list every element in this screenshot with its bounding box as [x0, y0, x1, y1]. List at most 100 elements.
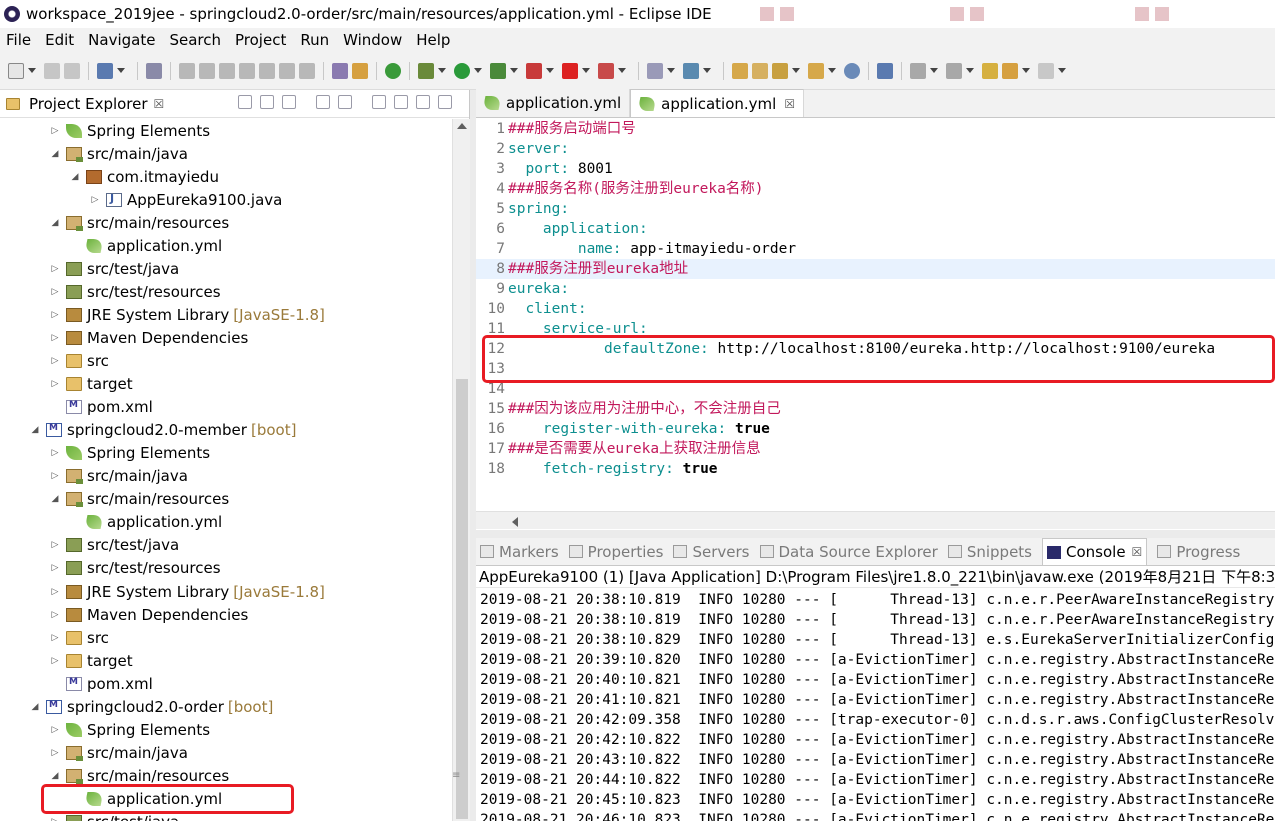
- editor-hscrollbar[interactable]: [476, 511, 1275, 529]
- menu-navigate[interactable]: Navigate: [88, 31, 155, 49]
- step-return-icon[interactable]: [299, 62, 315, 79]
- tree-item[interactable]: pom.xml: [50, 672, 153, 695]
- forward-icon[interactable]: [1038, 62, 1054, 79]
- expand-arrow-icon[interactable]: ▷: [50, 610, 60, 620]
- tree-item[interactable]: application.yml: [70, 234, 222, 257]
- expand-arrow-icon[interactable]: ▷: [50, 817, 60, 821]
- expand-arrow-icon[interactable]: ▷: [50, 126, 60, 136]
- tab-properties[interactable]: Properties: [568, 543, 663, 561]
- new-java-project-icon[interactable]: [647, 62, 663, 79]
- tree-item[interactable]: ◢ src/main/resources: [50, 488, 230, 511]
- collapse-arrow-icon[interactable]: ◢: [70, 172, 80, 182]
- save-all-icon[interactable]: [64, 62, 80, 79]
- menu-help[interactable]: Help: [416, 31, 450, 49]
- home-icon[interactable]: [282, 95, 296, 109]
- expand-arrow-icon[interactable]: ▷: [50, 563, 60, 573]
- code-area[interactable]: 1 ###服务启动端口号 2 server: 3 port: 8001 4 ###服务名称(…: [476, 119, 1275, 511]
- tree-item[interactable]: pom.xml: [50, 396, 153, 419]
- run-icon[interactable]: [454, 62, 470, 79]
- next-annotation-icon[interactable]: [910, 62, 926, 79]
- debug-icon[interactable]: [418, 62, 434, 79]
- tab-servers[interactable]: Servers: [673, 543, 750, 561]
- close-icon[interactable]: ☒: [784, 97, 795, 111]
- tree-item[interactable]: ▷ AppEureka9100.java: [90, 188, 283, 211]
- expand-arrow-icon[interactable]: ▷: [90, 195, 100, 205]
- tree-item[interactable]: ▷ Spring Elements: [50, 119, 211, 142]
- view-menu-icon[interactable]: [394, 95, 408, 109]
- collapse-arrow-icon[interactable]: ◢: [50, 218, 60, 228]
- tree-item[interactable]: ▷ src: [50, 350, 109, 373]
- open-type-icon[interactable]: [732, 62, 748, 79]
- project-explorer-tab[interactable]: Project Explorer ☒: [0, 90, 469, 118]
- tree-item[interactable]: ▷ src/main/java: [50, 741, 188, 764]
- tree-item[interactable]: ▷ src: [50, 626, 109, 649]
- editor-tab[interactable]: application.yml: [476, 89, 631, 117]
- external-tools-icon[interactable]: [526, 62, 542, 79]
- expand-arrow-icon[interactable]: ▷: [50, 587, 60, 597]
- tree-item[interactable]: ▷ src/main/java: [50, 465, 188, 488]
- relaunch-icon[interactable]: [598, 62, 614, 79]
- editor-tab[interactable]: application.yml ☒: [630, 89, 805, 117]
- expand-arrow-icon[interactable]: ▷: [50, 656, 60, 666]
- collapse-arrow-icon[interactable]: ◢: [50, 149, 60, 159]
- browser-icon[interactable]: [844, 62, 860, 79]
- disconnect-icon[interactable]: [239, 62, 255, 79]
- expand-arrow-icon[interactable]: ▷: [50, 748, 60, 758]
- boot-dashboard-icon[interactable]: [385, 62, 401, 79]
- back-icon[interactable]: [1002, 62, 1018, 79]
- maximize-icon[interactable]: [438, 95, 452, 109]
- open-task-icon[interactable]: [752, 62, 768, 79]
- menu-edit[interactable]: Edit: [45, 31, 74, 49]
- tree-item[interactable]: ▷ JRE System Library [JavaSE-1.8]: [50, 303, 325, 326]
- filter-icon[interactable]: [372, 95, 386, 109]
- tree-item[interactable]: ▷ JRE System Library [JavaSE-1.8]: [50, 580, 325, 603]
- tree-item[interactable]: ▷ src/test/resources: [50, 557, 221, 580]
- tab-markers[interactable]: Markers: [480, 543, 559, 561]
- new-class-icon[interactable]: [683, 62, 699, 79]
- link-with-editor-icon[interactable]: [338, 95, 352, 109]
- menu-run[interactable]: Run: [300, 31, 329, 49]
- close-icon[interactable]: ☒: [154, 97, 165, 111]
- spring-icon[interactable]: [352, 62, 368, 79]
- back-nav-icon[interactable]: [238, 95, 252, 109]
- tree-item[interactable]: ▷ Maven Dependencies: [50, 326, 249, 349]
- tree-item[interactable]: ▷ Spring Elements: [50, 442, 211, 465]
- expand-arrow-icon[interactable]: ▷: [50, 471, 60, 481]
- explorer-scrollbar[interactable]: [452, 119, 470, 821]
- expand-arrow-icon[interactable]: ▷: [50, 725, 60, 735]
- expand-arrow-icon[interactable]: ▷: [50, 310, 60, 320]
- previous-annotation-icon[interactable]: [946, 62, 962, 79]
- expand-arrow-icon[interactable]: ▷: [50, 356, 60, 366]
- collapse-arrow-icon[interactable]: ◢: [50, 771, 60, 781]
- new-icon[interactable]: [8, 62, 24, 79]
- last-edit-location-icon[interactable]: [982, 62, 998, 79]
- tree-item[interactable]: ◢ com.itmayiedu: [70, 165, 219, 188]
- tree-item[interactable]: ▷ target: [50, 649, 133, 672]
- tree-item[interactable]: application.yml: [70, 511, 222, 534]
- open-console-icon[interactable]: [97, 62, 113, 79]
- close-icon[interactable]: ☒: [1132, 545, 1143, 559]
- tab-snippets[interactable]: Snippets: [947, 543, 1032, 561]
- step-over-icon[interactable]: [279, 62, 295, 79]
- use-step-filters-icon[interactable]: [332, 62, 348, 79]
- tree-item[interactable]: ▷ Spring Elements: [50, 718, 211, 741]
- tree-item[interactable]: ▷ src/test/resources: [50, 280, 221, 303]
- expand-arrow-icon[interactable]: ▷: [50, 264, 60, 274]
- skip-breakpoints-icon[interactable]: [146, 62, 162, 79]
- collapse-arrow-icon[interactable]: ◢: [30, 425, 40, 435]
- expand-arrow-icon[interactable]: ▷: [50, 287, 60, 297]
- tree-item[interactable]: ◢ springcloud2.0-order[boot]: [30, 695, 274, 718]
- coverage-icon[interactable]: [490, 62, 506, 79]
- menu-project[interactable]: Project: [235, 31, 286, 49]
- collapse-all-icon[interactable]: [316, 95, 330, 109]
- forward-nav-icon[interactable]: [260, 95, 274, 109]
- tree-item[interactable]: ▷ src/test/java: [50, 257, 180, 280]
- tree-item[interactable]: ◢ springcloud2.0-member[boot]: [30, 419, 297, 442]
- tree-item[interactable]: ◢ src/main/java: [50, 142, 188, 165]
- expand-arrow-icon[interactable]: ▷: [50, 333, 60, 343]
- scrollbar-thumb[interactable]: [456, 379, 468, 819]
- toggle-mark-icon[interactable]: [877, 62, 893, 79]
- collapse-arrow-icon[interactable]: ◢: [30, 702, 40, 712]
- scroll-left-icon[interactable]: [512, 517, 518, 527]
- suspend-icon[interactable]: [199, 62, 215, 79]
